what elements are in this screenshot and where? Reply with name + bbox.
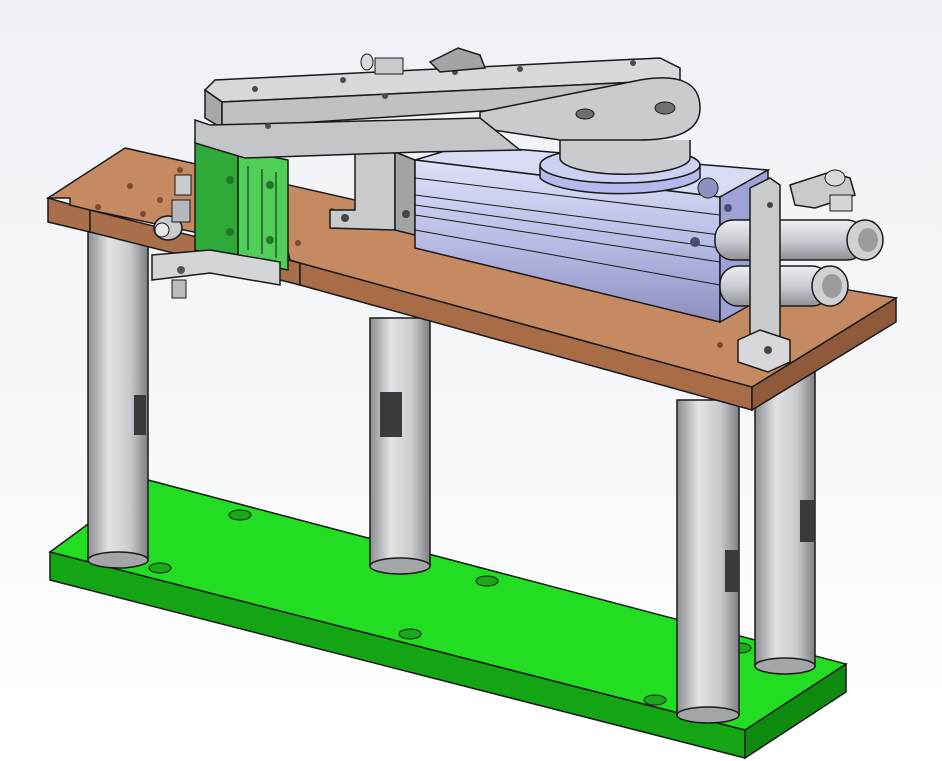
support-post-front-left[interactable]	[87, 231, 149, 569]
cad-viewport[interactable]	[0, 0, 942, 761]
support-post-back-right[interactable]	[754, 369, 816, 675]
support-post-front-right[interactable]	[676, 399, 740, 724]
cad-model-canvas[interactable]	[0, 0, 942, 761]
support-post-back-middle[interactable]	[369, 317, 431, 575]
rotary-table[interactable]	[539, 140, 701, 195]
